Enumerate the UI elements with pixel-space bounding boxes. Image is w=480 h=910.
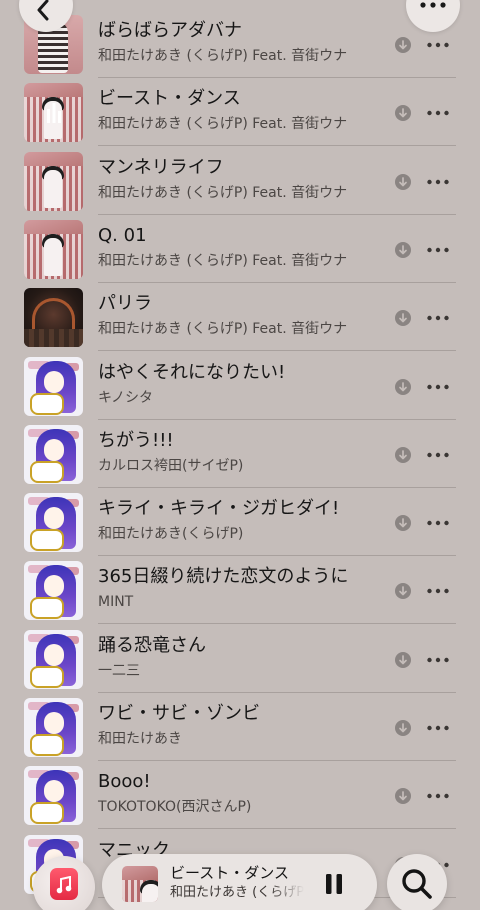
song-title: ばらばらアダバナ: [98, 20, 242, 41]
download-icon[interactable]: [395, 651, 411, 668]
ellipsis-icon[interactable]: [426, 38, 450, 52]
ellipsis-icon[interactable]: [426, 106, 450, 120]
song-artist: TOKOTOKO(西沢さんP): [98, 799, 252, 816]
download-icon[interactable]: [395, 720, 411, 736]
song-artwork: [24, 83, 83, 143]
song-row[interactable]: 365日綴り続けた恋文のように MINT: [0, 556, 480, 625]
song-artist: キノシタ: [98, 389, 154, 406]
song-title: ちがう!!!: [98, 429, 174, 451]
song-artist: 和田たけあき (くらげP) Feat. 音街ウナ: [98, 48, 348, 64]
download-icon[interactable]: [395, 583, 411, 600]
song-title: Q. 01: [98, 224, 147, 246]
song-artist: 和田たけあき (くらげP) Feat. 音街ウナ: [98, 321, 348, 338]
download-icon[interactable]: [395, 446, 411, 463]
ellipsis-icon[interactable]: [426, 380, 450, 394]
ellipsis-icon[interactable]: [426, 175, 450, 189]
ellipsis-icon[interactable]: [426, 789, 450, 803]
download-icon[interactable]: [395, 37, 411, 53]
ellipsis-icon[interactable]: [426, 653, 450, 667]
ellipsis-icon: [420, 2, 446, 8]
song-artwork: [24, 151, 83, 211]
song-artwork: [24, 561, 83, 621]
pause-icon[interactable]: [324, 873, 344, 895]
mini-player-artist: 和田たけあき (くらげP) Feat. 音街ウナ: [170, 885, 304, 900]
song-artist: カルロス袴田(サイゼP): [98, 457, 244, 474]
download-icon[interactable]: [395, 515, 411, 532]
mini-player-title: ビースト・ダンス: [170, 864, 289, 882]
song-row[interactable]: ビースト・ダンス和田たけあき (くらげP) Feat. 音街ウナ: [0, 78, 480, 147]
song-artwork: [24, 424, 83, 484]
download-icon[interactable]: [395, 378, 411, 395]
mini-player[interactable]: ビースト・ダンス 和田たけあき (くらげP) Feat. 音街ウナ: [102, 854, 377, 910]
song-row[interactable]: ちがう!!! カルロス袴田(サイゼP): [0, 420, 480, 488]
song-title: パリラ: [98, 293, 152, 315]
ellipsis-icon[interactable]: [426, 448, 450, 462]
now-playing-icon: [47, 103, 61, 124]
song-row[interactable]: はやくそれになりたい! キノシタ: [0, 352, 480, 420]
song-row[interactable]: Q. 01 和田たけあき (くらげP) Feat. 音街ウナ: [0, 215, 480, 283]
song-artist: 一二三: [98, 662, 140, 679]
song-title: Booo!: [98, 771, 151, 793]
download-icon[interactable]: [395, 241, 411, 258]
ellipsis-icon[interactable]: [426, 584, 450, 598]
search-button[interactable]: [387, 854, 447, 910]
song-row[interactable]: パリラ和田たけあき (くらげP) Feat. 音街ウナ: [0, 283, 480, 352]
song-row[interactable]: Booo! TOKOTOKO(西沢さんP): [0, 761, 480, 830]
ellipsis-icon[interactable]: [426, 721, 450, 735]
song-title: キライ・キライ・ジガヒダイ!: [98, 498, 340, 520]
ellipsis-icon[interactable]: [426, 516, 450, 530]
download-icon[interactable]: [395, 105, 411, 122]
song-title: マンネリライフ: [98, 156, 224, 178]
song-artwork: [24, 219, 83, 279]
song-title: はやくそれになりたい!: [98, 361, 286, 383]
song-row[interactable]: ワビ・サビ・ゾンビ和田たけあき: [0, 693, 480, 761]
ellipsis-icon[interactable]: [426, 243, 450, 257]
song-artwork: [24, 629, 83, 689]
chevron-left-icon: [37, 0, 49, 21]
song-row[interactable]: マンネリライフ和田たけあき (くらげP) Feat. 音街ウナ: [0, 147, 480, 215]
song-title: ワビ・サビ・ゾンビ: [98, 703, 260, 724]
download-icon[interactable]: [395, 788, 411, 805]
song-title: ビースト・ダンス: [98, 88, 241, 110]
song-artist: 和田たけあき (くらげP) Feat. 音街ウナ: [98, 252, 348, 269]
song-artwork: [24, 698, 83, 757]
search-icon: [402, 869, 432, 899]
song-row[interactable]: ばらばらアダバナ和田たけあき (くらげP) Feat. 音街ウナ: [0, 10, 480, 78]
song-artist: 和田たけあき: [98, 731, 182, 747]
song-artist: 和田たけあき(くらげP): [98, 526, 244, 543]
song-artist: 和田たけあき (くらげP) Feat. 音街ウナ: [98, 116, 348, 133]
download-icon[interactable]: [395, 173, 411, 190]
song-artist: MINT: [98, 594, 134, 611]
song-row[interactable]: 踊る恐竜さん 一二三: [0, 625, 480, 693]
music-app-button[interactable]: [33, 856, 95, 910]
song-artwork: [24, 493, 83, 553]
song-artist: 和田たけあき (くらげP) Feat. 音街ウナ: [98, 184, 348, 201]
mini-player-artwork: [122, 866, 158, 902]
song-artwork: [24, 766, 83, 826]
song-title: 365日綴り続けた恋文のように: [98, 566, 349, 588]
song-row[interactable]: キライ・キライ・ジガヒダイ! 和田たけあき(くらげP): [0, 488, 480, 557]
ellipsis-icon[interactable]: [426, 311, 450, 325]
song-artwork: [24, 356, 83, 416]
song-title: 踊る恐竜さん: [98, 634, 206, 656]
music-note-icon: [50, 868, 78, 900]
song-artwork: [24, 288, 83, 348]
download-icon[interactable]: [395, 310, 411, 327]
